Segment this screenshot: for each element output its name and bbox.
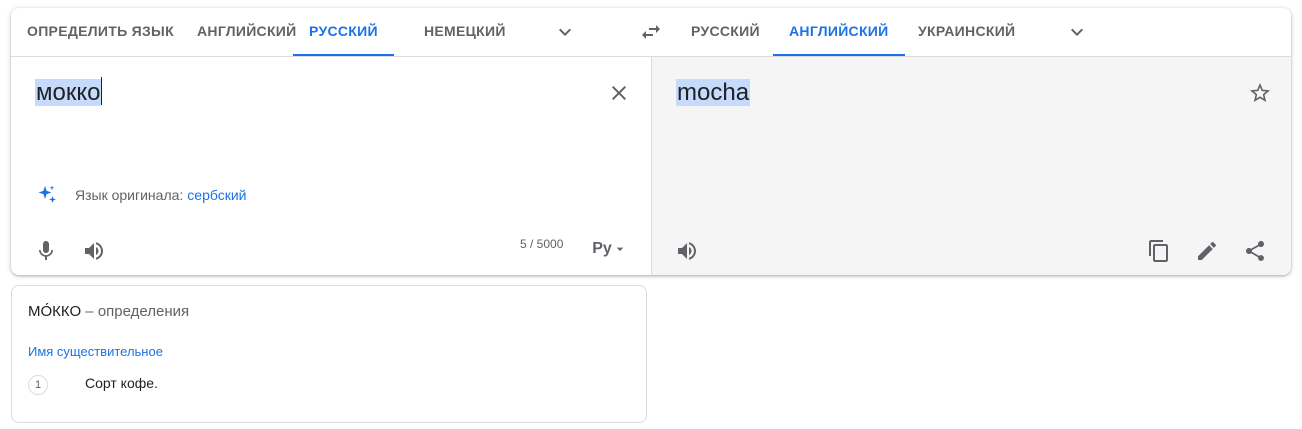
definition-number: 1 — [28, 375, 48, 395]
translate-card: Определить язык Английский Русский Немец… — [11, 8, 1291, 275]
character-counter: 5 / 5000 — [520, 237, 564, 251]
speaker-icon[interactable] — [675, 239, 699, 263]
tab-target-ukrainian[interactable]: Украинский — [918, 8, 1015, 56]
source-pane: мокко Язык оригинала: сербский 5 / 5000 … — [11, 57, 651, 275]
language-bar: Определить язык Английский Русский Немец… — [11, 8, 1291, 57]
tab-target-english[interactable]: Английский — [773, 8, 905, 56]
detected-language-link[interactable]: сербский — [187, 187, 246, 203]
definition-word: МО́ККО — [28, 303, 82, 320]
sparkle-icon — [38, 185, 56, 203]
star-icon[interactable] — [1248, 81, 1272, 105]
detected-language: Язык оригинала: сербский — [35, 183, 247, 207]
translated-text: mocha — [676, 79, 751, 106]
tab-source-english[interactable]: Английский — [197, 8, 297, 56]
input-tools-button[interactable]: Ру — [587, 237, 633, 261]
source-text: мокко — [35, 79, 102, 106]
tab-target-russian[interactable]: Русский — [691, 8, 760, 56]
definition-text: Сорт кофе. — [85, 375, 158, 391]
speaker-icon[interactable] — [82, 239, 106, 263]
source-textarea[interactable]: мокко — [35, 77, 103, 109]
tab-source-russian[interactable]: Русский — [293, 8, 394, 56]
dropdown-arrow-icon — [616, 247, 624, 251]
chevron-down-icon[interactable] — [553, 20, 577, 44]
swap-icon[interactable] — [639, 20, 663, 44]
definitions-heading: МО́ККО – определения — [28, 303, 189, 320]
share-icon[interactable] — [1243, 239, 1267, 263]
translation-output: mocha — [676, 77, 751, 109]
pencil-icon[interactable] — [1195, 239, 1219, 263]
mic-icon[interactable] — [34, 239, 58, 263]
detected-label: Язык оригинала: — [75, 187, 184, 203]
definitions-card: МО́ККО – определения Имя существительное… — [11, 285, 647, 423]
part-of-speech: Имя существительное — [28, 344, 163, 359]
chevron-down-icon[interactable] — [1065, 20, 1089, 44]
input-tool-label: Ру — [592, 240, 612, 257]
close-icon[interactable] — [607, 81, 631, 105]
text-caret — [101, 77, 103, 105]
tab-source-german[interactable]: Немецкий — [424, 8, 506, 56]
copy-icon[interactable] — [1147, 239, 1171, 263]
definitions-suffix: – определения — [81, 303, 190, 320]
tab-detect-language[interactable]: Определить язык — [27, 8, 174, 56]
target-pane: mocha — [651, 57, 1291, 275]
